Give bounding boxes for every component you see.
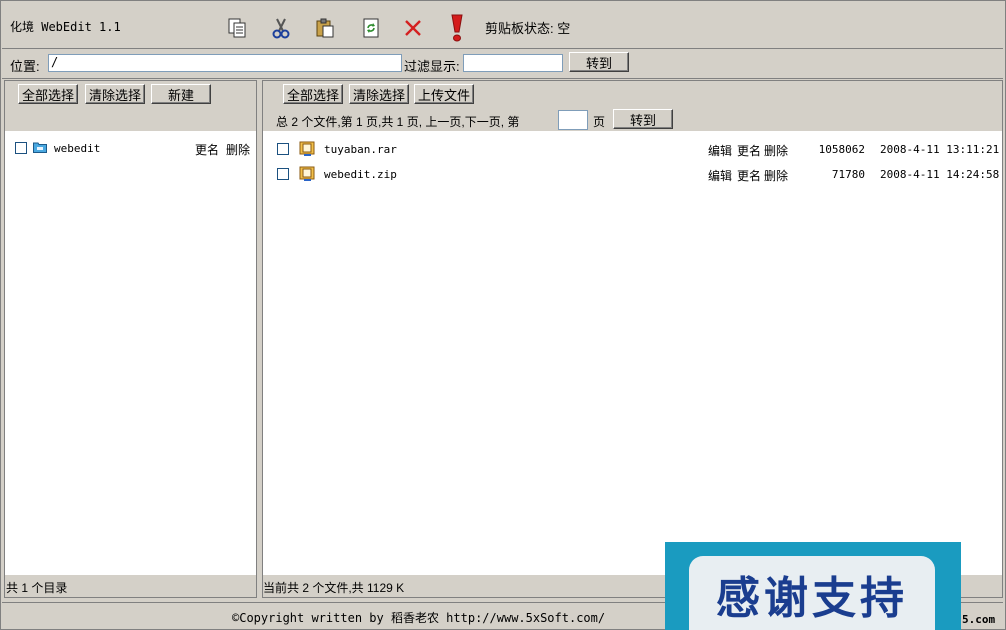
file-rename-link[interactable]: 更名 [737,142,761,159]
app-title: 化境 WebEdit 1.1 [10,20,121,34]
upload-file-button[interactable]: 上传文件 [414,84,474,104]
copyright-text: ©Copyright written by 稻香老农 http://www.5x… [232,611,606,625]
filter-input[interactable] [463,54,563,72]
site-tail-text: 5.com [962,613,996,626]
folder-icon [33,141,47,156]
location-go-button[interactable]: 转到 [569,52,629,72]
directory-pane: 全部选择 清除选择 新建 webedit 更名 删除 共 1 个目录 [4,80,257,598]
directory-row: webedit 更名 删除 [5,139,256,157]
file-date: 2008-4-11 13:11:21 [880,143,1000,156]
file-delete-link[interactable]: 删除 [764,142,788,159]
dir-new-button[interactable]: 新建 [151,84,211,104]
directory-toolbar: 全部选择 清除选择 新建 [5,81,256,131]
file-pane: 全部选择 清除选择 上传文件 总 2 个文件,第 1 页,共 1 页, 上一页,… [262,80,1003,598]
dir-checkbox[interactable] [15,142,27,154]
alert-icon[interactable] [443,14,471,42]
directory-count: 共 1 个目录 [6,581,68,595]
file-clear-select-button[interactable]: 清除选择 [349,84,409,104]
directory-footer: 共 1 个目录 [5,575,256,597]
dir-delete-link[interactable]: 删除 [226,141,250,158]
thanks-panel: 感谢支持 [689,556,935,630]
location-label: 位置: [10,59,40,74]
location-input[interactable]: / [48,54,402,72]
page-input[interactable] [558,110,588,130]
file-toolbar: 全部选择 清除选择 上传文件 总 2 个文件,第 1 页,共 1 页, 上一页,… [263,81,1002,131]
file-size: 1058062 [818,143,865,156]
refresh-icon[interactable] [357,14,385,42]
dir-rename-link[interactable]: 更名 [195,141,219,158]
file-name[interactable]: webedit.zip [324,168,397,181]
file-row: webedit.zip 编辑 更名 删除 71780 2008-4-11 14:… [263,164,1002,184]
file-date: 2008-4-11 14:24:58 [880,168,1000,181]
clipboard-status: 剪贴板状态: 空 [485,21,571,36]
pager-text: 总 2 个文件,第 1 页,共 1 页, 上一页,下一页, 第 [276,115,520,129]
thanks-banner: 感谢支持 [665,542,961,630]
file-edit-link[interactable]: 编辑 [708,142,732,159]
archive-icon [299,165,316,185]
filter-label: 过滤显示: [404,59,460,74]
file-size: 71780 [831,168,865,181]
file-select-all-button[interactable]: 全部选择 [283,84,343,104]
pager-suffix: 页 [593,115,606,129]
file-checkbox[interactable] [277,168,289,180]
cut-icon[interactable] [267,14,295,42]
file-delete-link[interactable]: 删除 [764,167,788,184]
paste-icon[interactable] [311,14,339,42]
file-row: tuyaban.rar 编辑 更名 删除 1058062 2008-4-11 1… [263,139,1002,159]
file-summary: 当前共 2 个文件,共 1129 K [263,581,405,595]
delete-icon[interactable] [399,14,427,42]
dir-name[interactable]: webedit [54,142,100,155]
top-toolbar: 化境 WebEdit 1.1 剪贴板状态: 空 [2,2,1003,49]
file-edit-link[interactable]: 编辑 [708,167,732,184]
thanks-text: 感谢支持 [716,573,908,624]
file-name[interactable]: tuyaban.rar [324,143,397,156]
pager-go-button[interactable]: 转到 [613,109,673,129]
location-bar: 位置: / 过滤显示: 转到 [2,50,1003,79]
copy-icon[interactable] [223,14,251,42]
dir-select-all-button[interactable]: 全部选择 [18,84,78,104]
file-checkbox[interactable] [277,143,289,155]
archive-icon [299,140,316,160]
file-rename-link[interactable]: 更名 [737,167,761,184]
dir-clear-select-button[interactable]: 清除选择 [85,84,145,104]
